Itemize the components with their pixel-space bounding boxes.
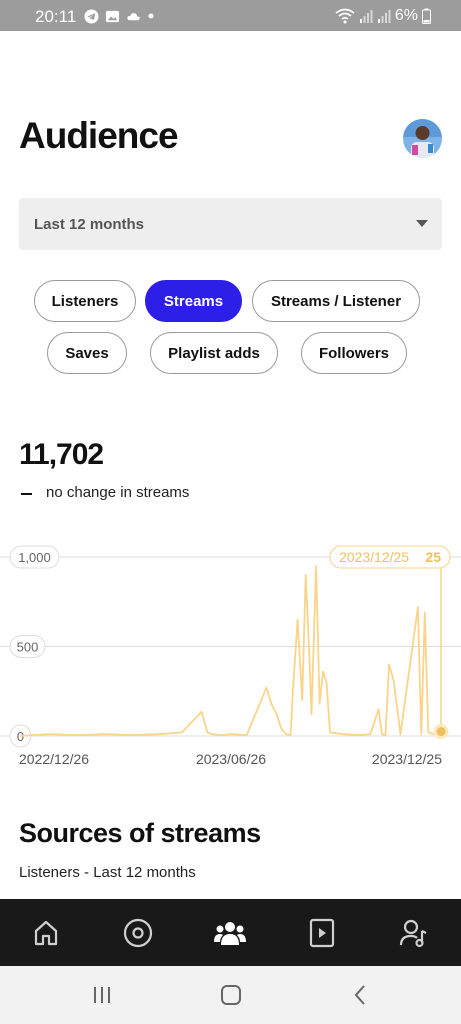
system-indicators: 6% — [335, 7, 431, 25]
chip-streams-per-listener[interactable]: Streams / Listener — [252, 280, 420, 322]
status-time: 20:11 — [35, 7, 77, 26]
no-change-indicator — [21, 493, 32, 495]
sources-subtitle: Listeners - Last 12 months — [19, 864, 196, 881]
x-tick-label: 2023/12/25 — [372, 751, 442, 767]
page-title: Audience — [19, 115, 179, 156]
cloud-icon — [127, 12, 140, 20]
chip-label: Listeners — [51, 292, 119, 310]
tooltip-value: 25 — [425, 549, 441, 565]
streams-change-text: no change in streams — [46, 484, 190, 501]
audience-icon — [214, 922, 246, 945]
chip-label: Streams — [163, 292, 224, 310]
back-button[interactable] — [348, 984, 372, 1006]
streams-chart[interactable]: 1,0005000 2023/12/25 25 2022/12/26 2023/06… — [0, 540, 461, 780]
avatar-image — [403, 119, 442, 158]
recents-button[interactable] — [90, 984, 114, 1006]
catalog-icon — [123, 918, 153, 948]
y-tick-label: 1,000 — [18, 550, 51, 565]
wifi-icon — [335, 8, 355, 24]
home-button[interactable] — [219, 984, 243, 1006]
chip-label: Saves — [65, 344, 109, 362]
signal-icon — [377, 10, 391, 23]
chip-listeners[interactable]: Listeners — [34, 280, 136, 322]
nav-audience[interactable] — [213, 916, 247, 950]
recents-icon — [94, 987, 110, 1003]
battery-percent: 6% — [394, 7, 418, 24]
nav-profile[interactable] — [397, 916, 431, 950]
date-range-value: Last 12 months — [34, 216, 145, 233]
signal-icon — [359, 10, 373, 23]
chip-label: Followers — [318, 344, 389, 362]
battery-icon — [422, 8, 431, 24]
home-icon — [34, 920, 58, 946]
notification-icons — [84, 8, 155, 24]
chip-saves[interactable]: Saves — [47, 332, 127, 374]
avatar[interactable] — [403, 119, 442, 158]
nav-catalog[interactable] — [121, 916, 155, 950]
video-icon — [309, 918, 335, 948]
gallery-icon — [105, 10, 120, 22]
y-tick-label: 500 — [17, 640, 39, 655]
nav-home[interactable] — [29, 916, 63, 950]
system-navigation — [0, 966, 461, 1024]
chip-label: Playlist adds — [168, 344, 260, 362]
nav-video[interactable] — [305, 916, 339, 950]
dot-icon — [148, 13, 154, 19]
home-button-icon — [221, 985, 241, 1005]
streams-total: 11,702 — [19, 438, 104, 471]
sources-title: Sources of streams — [19, 818, 261, 848]
back-icon — [354, 985, 365, 1005]
chart-tooltip: 2023/12/25 25 — [329, 545, 451, 569]
date-range-select[interactable]: Last 12 months — [19, 198, 442, 250]
chip-playlist-adds[interactable]: Playlist adds — [150, 332, 278, 374]
bottom-nav — [0, 899, 461, 966]
telegram-icon — [84, 8, 99, 24]
x-tick-label: 2022/12/26 — [19, 751, 89, 767]
chip-followers[interactable]: Followers — [301, 332, 407, 374]
chevron-down-icon — [416, 220, 428, 227]
x-tick-label: 2023/06/26 — [196, 751, 266, 767]
chip-streams[interactable]: Streams — [145, 280, 242, 322]
profile-icon — [399, 919, 427, 948]
chart-series-line — [19, 565, 442, 737]
tooltip-date: 2023/12/25 — [339, 549, 409, 565]
chip-label: Streams / Listener — [270, 292, 402, 310]
status-bar: 20:11 6% — [0, 0, 461, 31]
chart-cursor-point[interactable] — [433, 724, 449, 740]
